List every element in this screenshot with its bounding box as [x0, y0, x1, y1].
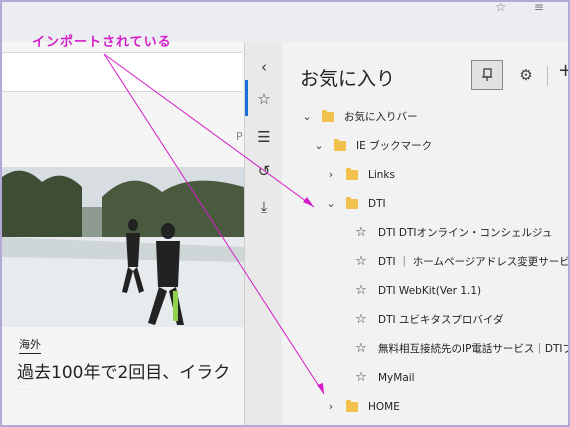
panel-title: お気に入り — [300, 68, 396, 90]
favorites-folder[interactable]: ⌄ DTI — [282, 189, 568, 218]
item-label: DTI ユビキタスプロバイダ — [378, 314, 504, 326]
chevron-right-icon[interactable]: › — [324, 400, 338, 413]
news-photo[interactable] — [2, 167, 244, 327]
screenshot-frame: ☆ ≡ P 海外 過去100年で2回目、イラク ━━ — [0, 0, 570, 427]
toolbar-icons: ☆ ≡ — [495, 0, 556, 14]
folder-icon — [334, 138, 346, 151]
folder-icon — [346, 196, 358, 209]
favorites-item[interactable]: ☆ DTI WebKit(Ver 1.1) — [282, 276, 568, 305]
star-icon: ☆ — [355, 225, 367, 240]
search-box[interactable] — [2, 52, 242, 92]
favorites-item[interactable]: ☆ DTI DTIオンライン・コンシェルジュ — [282, 218, 568, 247]
toolbar-divider — [547, 66, 548, 86]
reading-list-icon[interactable]: ☰ — [245, 122, 283, 152]
folder-icon — [346, 399, 358, 412]
favorites-folder[interactable]: ⌄ お気に入りバー — [282, 102, 568, 131]
item-label: DTI DTIオンライン・コンシェルジュ — [378, 227, 553, 239]
chevron-down-icon[interactable]: ⌄ — [300, 110, 314, 123]
favorites-item[interactable]: ☆ DTI ユビキタスプロバイダ — [282, 305, 568, 334]
star-icon: ☆ — [355, 370, 367, 385]
add-button[interactable]: + — [558, 60, 568, 81]
favorites-folder[interactable]: › HOME — [282, 392, 568, 421]
star-list-icon[interactable]: ☆ — [245, 84, 283, 114]
history-icon[interactable]: ↺ — [245, 156, 283, 186]
chevron-down-icon[interactable]: ⌄ — [324, 197, 338, 210]
item-label: HOME — [368, 400, 400, 413]
chevron-left-icon[interactable]: ‹ — [245, 52, 283, 82]
star-icon: ☆ — [355, 312, 367, 327]
star-icon: ☆ — [355, 341, 367, 356]
item-label: Links — [368, 168, 395, 181]
gear-icon[interactable]: ⚙ — [514, 62, 538, 88]
pin-icon — [482, 68, 492, 81]
partial-text: P — [236, 130, 243, 143]
star-icon: ☆ — [355, 283, 367, 298]
favorites-panel: お気に入り ⚙ + ⌄ お気に入りバー ⌄ IE ブックマーク › Links ⌄ DTI ☆ D… — [282, 42, 568, 425]
favorites-item[interactable]: ☆ DTI ｜ ホームページアドレス変更サービス — [282, 247, 570, 276]
item-label: MyMail — [378, 371, 415, 384]
favorites-folder[interactable]: › Links — [282, 160, 568, 189]
favorites-folder[interactable]: ⌄ IE ブックマーク — [282, 131, 568, 160]
favorites-item[interactable]: ☆ 無料相互接続先のIP電話サービス｜DTIブ — [282, 334, 570, 363]
item-label: DTI WebKit(Ver 1.1) — [378, 284, 482, 297]
item-label: DTI — [368, 197, 386, 210]
star-icon: ☆ — [355, 254, 367, 269]
item-label: お気に入りバー — [344, 111, 418, 123]
favorites-item[interactable]: ☆ MyMail — [282, 363, 568, 392]
item-label: IE ブックマーク — [356, 140, 433, 152]
news-category[interactable]: 海外 — [19, 336, 41, 354]
news-headline-overflow: ━━ — [17, 384, 97, 390]
pin-button[interactable] — [471, 60, 503, 90]
folder-icon — [346, 167, 358, 180]
news-headline[interactable]: 過去100年で2回目、イラク — [17, 358, 243, 383]
item-label: DTI ｜ ホームページアドレス変更サービス — [378, 256, 570, 268]
annotation-label: インポートされている — [32, 35, 172, 50]
hub-strip: ‹ ☆ ☰ ↺ ⤓ — [244, 42, 284, 425]
chevron-right-icon[interactable]: › — [324, 168, 338, 181]
chevron-down-icon[interactable]: ⌄ — [312, 139, 326, 152]
item-label: 無料相互接続先のIP電話サービス｜DTIブ — [378, 343, 570, 355]
folder-icon — [322, 109, 334, 122]
download-icon[interactable]: ⤓ — [245, 192, 283, 222]
